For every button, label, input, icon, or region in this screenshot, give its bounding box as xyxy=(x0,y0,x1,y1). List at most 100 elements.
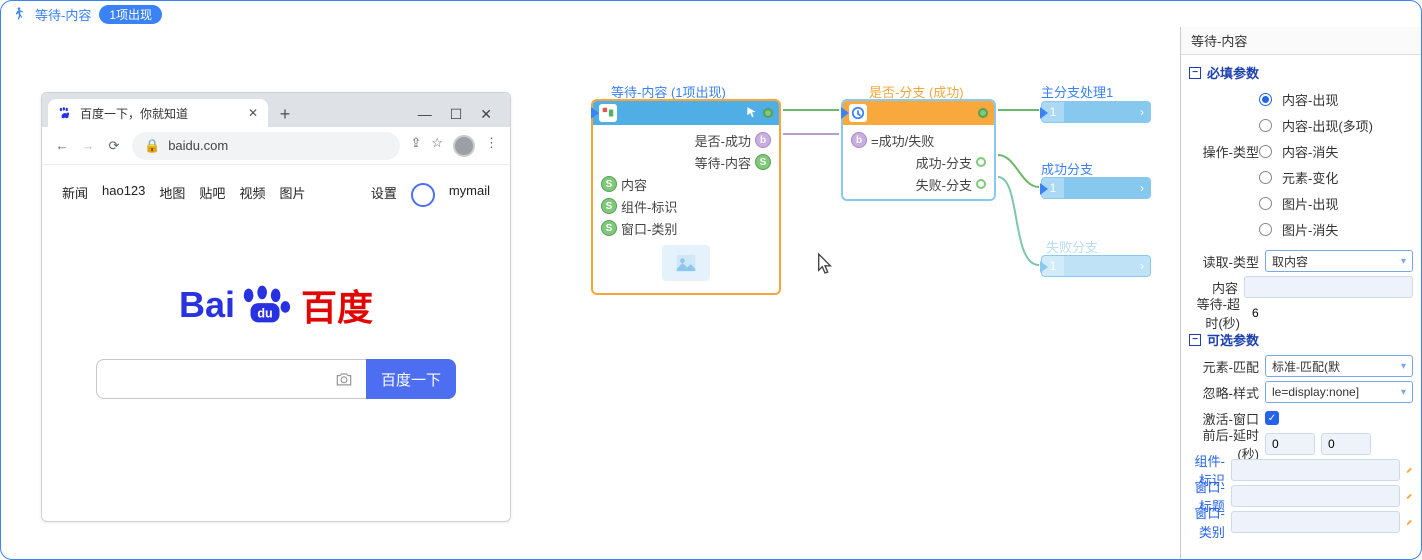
username[interactable]: mymail xyxy=(449,183,490,207)
chevron-down-icon: ▾ xyxy=(1401,361,1406,372)
radio-element-change[interactable] xyxy=(1259,171,1272,184)
user-avatar-icon[interactable] xyxy=(411,183,435,207)
url-input[interactable]: 🔒 baidu.com xyxy=(132,132,400,160)
profile-avatar[interactable] xyxy=(453,135,475,157)
op-type-label: 操作-类型 xyxy=(1189,86,1259,242)
link-image[interactable]: 图片 xyxy=(279,183,305,207)
edit-icon[interactable] xyxy=(1406,489,1413,503)
radio-content-appear-multi[interactable] xyxy=(1259,119,1272,132)
lock-icon: 🔒 xyxy=(144,138,160,154)
radio-image-disappear[interactable] xyxy=(1259,223,1272,236)
win-title-input[interactable] xyxy=(1231,485,1400,507)
tab-close-icon[interactable]: ✕ xyxy=(248,106,258,120)
port-bool[interactable]: b xyxy=(851,132,867,148)
exec-out-port[interactable] xyxy=(763,108,773,118)
search-input[interactable] xyxy=(96,359,366,399)
browser-window: 百度一下，你就知道 ✕ + — ☐ ✕ ← → ⟳ 🔒 xyxy=(41,92,511,522)
row-comp-label: 组件-标识 xyxy=(621,197,677,216)
radio-content-appear[interactable] xyxy=(1259,93,1272,106)
link-hao123[interactable]: hao123 xyxy=(102,183,145,207)
address-bar: ← → ⟳ 🔒 baidu.com ⇪ ☆ ⋮ xyxy=(42,127,510,165)
logo-paw-icon: du xyxy=(237,285,295,325)
port-out[interactable] xyxy=(976,157,986,167)
topbar-badge: 1项出现 xyxy=(99,5,162,24)
chevron-down-icon: ▾ xyxy=(1401,256,1406,267)
row-fail-label: 失败-分支 xyxy=(916,175,972,194)
panel-tab[interactable]: 等待-内容 xyxy=(1181,27,1421,55)
edit-icon[interactable] xyxy=(1406,515,1413,529)
read-type-select[interactable]: 取内容▾ xyxy=(1265,250,1413,272)
link-tieba[interactable]: 贴吧 xyxy=(199,183,225,207)
row-winclass-label: 窗口-类别 xyxy=(621,219,677,238)
row-wait-label: 等待-内容 xyxy=(695,153,751,172)
branch-header[interactable] xyxy=(843,101,994,125)
comp-id-input[interactable] xyxy=(1231,459,1400,481)
port-string[interactable]: S xyxy=(601,198,617,214)
win-class-label[interactable]: 窗口-类别 xyxy=(1189,503,1225,541)
required-section-header[interactable]: − 必填参数 xyxy=(1189,63,1413,82)
new-tab-button[interactable]: + xyxy=(272,101,298,127)
edit-icon[interactable] xyxy=(1406,463,1413,477)
port-string[interactable]: S xyxy=(755,154,771,170)
star-icon[interactable]: ☆ xyxy=(431,135,443,157)
optional-section-header[interactable]: − 可选参数 xyxy=(1189,330,1413,349)
search-button[interactable]: 百度一下 xyxy=(366,359,456,399)
baidu-logo: Bai du 百度 xyxy=(179,279,373,331)
svg-text:du: du xyxy=(257,307,272,321)
chevron-down-icon: ▾ xyxy=(1401,387,1406,398)
ignore-style-select[interactable]: le=display:none]▾ xyxy=(1265,381,1413,403)
canvas[interactable]: 百度一下，你就知道 ✕ + — ☐ ✕ ← → ⟳ 🔒 xyxy=(1,27,1180,559)
link-video[interactable]: 视频 xyxy=(239,183,265,207)
wait-content-node[interactable]: 是否-成功b 等待-内容S S内容 S组件-标识 S窗口-类别 xyxy=(591,99,781,295)
camera-icon[interactable] xyxy=(334,369,354,389)
back-icon[interactable]: ← xyxy=(54,138,70,153)
node-input-port[interactable] xyxy=(841,107,849,119)
top-links: 新闻 hao123 地图 贴吧 视频 图片 设置 mymail xyxy=(62,183,490,207)
window-minimize-icon[interactable]: — xyxy=(418,106,432,123)
delay-before-input[interactable] xyxy=(1265,433,1315,455)
browser-tab[interactable]: 百度一下，你就知道 ✕ xyxy=(48,99,268,127)
elem-match-select[interactable]: 标准-匹配(默▾ xyxy=(1265,355,1413,377)
exec-out-port[interactable] xyxy=(978,108,988,118)
wait-timeout-input[interactable] xyxy=(1246,302,1413,324)
search-box: 百度一下 xyxy=(96,359,456,399)
content-input[interactable] xyxy=(1244,276,1413,298)
port-out[interactable] xyxy=(976,179,986,189)
page-content: 新闻 hao123 地图 贴吧 视频 图片 设置 mymail Bai xyxy=(42,165,510,417)
menu-icon[interactable]: ⋮ xyxy=(485,135,498,157)
link-settings[interactable]: 设置 xyxy=(371,183,397,207)
share-icon[interactable]: ⇪ xyxy=(410,135,421,157)
port-string[interactable]: S xyxy=(601,220,617,236)
radio-image-appear[interactable] xyxy=(1259,197,1272,210)
logo-text-left: Bai xyxy=(179,284,235,326)
activate-win-checkbox[interactable]: ✓ xyxy=(1265,411,1279,425)
collapse-icon[interactable]: − xyxy=(1189,334,1201,346)
row-eq-label: =成功/失败 xyxy=(871,131,934,150)
image-placeholder[interactable] xyxy=(662,245,710,281)
window-close-icon[interactable]: ✕ xyxy=(480,106,492,123)
node-input-port[interactable] xyxy=(591,107,599,119)
row-success-label: 是否-成功 xyxy=(695,131,751,150)
paw-icon xyxy=(58,106,72,120)
delay-after-input[interactable] xyxy=(1321,433,1371,455)
link-news[interactable]: 新闻 xyxy=(62,183,88,207)
branch-node[interactable]: b=成功/失败 成功-分支 失败-分支 xyxy=(841,99,996,201)
collapse-icon[interactable]: − xyxy=(1189,67,1201,79)
port-bool[interactable]: b xyxy=(755,132,771,148)
forward-icon[interactable]: → xyxy=(80,138,96,153)
ep-main-node[interactable]: 1› xyxy=(1041,101,1151,123)
window-maximize-icon[interactable]: ☐ xyxy=(450,106,463,123)
win-class-input[interactable] xyxy=(1231,511,1400,533)
cursor-icon xyxy=(816,252,834,276)
port-string[interactable]: S xyxy=(601,176,617,192)
node-header[interactable] xyxy=(593,101,779,125)
ep-fail-node[interactable]: 1› xyxy=(1041,255,1151,277)
ep-ok-node[interactable]: 1› xyxy=(1041,177,1151,199)
url-text: baidu.com xyxy=(168,138,228,153)
reload-icon[interactable]: ⟳ xyxy=(106,138,122,154)
radio-content-disappear[interactable] xyxy=(1259,145,1272,158)
ep-main-title: 主分支处理1 xyxy=(1041,82,1113,101)
link-map[interactable]: 地图 xyxy=(159,183,185,207)
optional-label: 可选参数 xyxy=(1207,330,1259,349)
walk-icon xyxy=(11,6,27,22)
